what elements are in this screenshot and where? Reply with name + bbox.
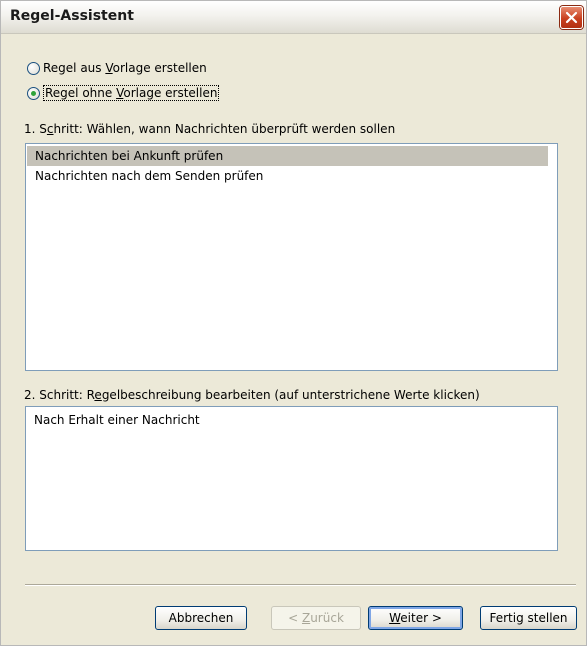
separator (25, 584, 576, 586)
finish-button[interactable]: Fertig stellen (480, 606, 577, 630)
rule-description-box[interactable]: Nach Erhalt einer Nachricht (25, 406, 558, 551)
cancel-button[interactable]: Abbrechen (155, 606, 247, 630)
list-item[interactable]: Nachrichten nach dem Senden prüfen (27, 166, 548, 186)
step2-label: 2. Schritt: Regelbeschreibung bearbeiten… (24, 388, 480, 402)
rules-wizard-dialog: Regel-Assistent Regel aus Vorlage erstel… (0, 0, 587, 646)
radio-button-selected[interactable] (27, 86, 40, 100)
back-button[interactable]: < Zurück (271, 606, 361, 630)
next-button[interactable]: Weiter > (368, 606, 463, 630)
step1-label: 1. Schritt: Wählen, wann Nachrichten übe… (24, 122, 396, 136)
radio-without-template-label: Regel ohne Vorlage erstellen (43, 85, 220, 101)
radio-without-template[interactable]: Regel ohne Vorlage erstellen (27, 85, 220, 101)
window-title: Regel-Assistent (10, 8, 134, 24)
close-button[interactable] (560, 6, 583, 29)
list-item[interactable]: Nachrichten bei Ankunft prüfen (27, 146, 548, 166)
close-icon (565, 11, 578, 24)
check-time-listbox[interactable]: Nachrichten bei Ankunft prüfen Nachricht… (25, 143, 558, 371)
radio-button[interactable] (27, 61, 40, 75)
title-bar[interactable]: Regel-Assistent (1, 1, 586, 34)
rule-description-text: Nach Erhalt einer Nachricht (34, 413, 200, 427)
radio-from-template-label: Regel aus Vorlage erstellen (43, 61, 207, 75)
radio-from-template[interactable]: Regel aus Vorlage erstellen (27, 60, 207, 76)
